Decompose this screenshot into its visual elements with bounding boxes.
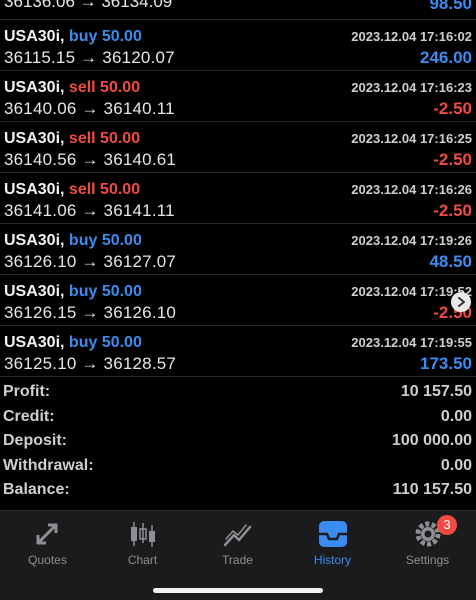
deal-time: 2023.12.04 17:16:25 [351, 131, 472, 146]
deal-prices: 36125.10 → 36128.57 [4, 354, 177, 373]
home-indicator[interactable] [153, 588, 323, 593]
summary-label: Deposit: [3, 432, 67, 450]
deal-side: sell 50.00 [68, 130, 141, 147]
deal-symbol: USA30i, [4, 232, 65, 249]
tab-label: History [313, 553, 352, 567]
deal-time: 2023.12.04 17:19:26 [351, 233, 472, 248]
deal-profit: -2.50 [433, 150, 472, 169]
deal-side: sell 50.00 [68, 181, 141, 198]
summary-row-deposit: Deposit: 100 000.00 [0, 429, 476, 454]
tab-trade[interactable]: Trade [190, 511, 285, 581]
account-summary: Profit: 10 157.50 Credit: 0.00 Deposit: … [0, 380, 476, 503]
summary-label: Credit: [3, 407, 55, 425]
summary-row-credit: Credit: 0.00 [0, 405, 476, 430]
deal-row-partial[interactable]: 36136.06 → 36134.09 98.50 [0, 0, 476, 18]
history-icon [319, 521, 347, 547]
deal-symbol: USA30i, [4, 283, 65, 300]
summary-value: 0.00 [440, 456, 472, 474]
deal-row[interactable]: USA30i, buy 50.00 2023.12.04 17:19:26 36… [0, 224, 476, 275]
summary-label: Balance: [3, 481, 70, 499]
tab-label: Quotes [28, 553, 67, 567]
deal-side: buy 50.00 [68, 28, 142, 45]
deal-prices: 36126.10 → 36127.07 [4, 252, 177, 271]
deal-prices: 36140.56 → 36140.61 [4, 150, 177, 169]
summary-value: 10 157.50 [400, 383, 472, 400]
tab-label: Trade [222, 553, 253, 567]
chevron-right-icon [458, 297, 465, 307]
deal-prices: 36141.06 → 36141.11 [4, 201, 175, 220]
deal-row[interactable]: USA30i, sell 50.00 2023.12.04 17:16:26 3… [0, 173, 476, 224]
deal-time: 2023.12.04 17:16:02 [351, 29, 472, 44]
tab-chart[interactable]: Chart [95, 511, 190, 581]
summary-label: Profit: [3, 383, 51, 400]
deal-time: 2023.12.04 17:19:55 [351, 335, 472, 350]
deal-row[interactable]: USA30i, buy 50.00 2023.12.04 17:19:55 36… [0, 326, 476, 377]
deal-row[interactable]: USA30i, sell 50.00 2023.12.04 17:16:23 3… [0, 71, 476, 122]
deal-side: buy 50.00 [68, 232, 142, 249]
deal-row[interactable]: USA30i, buy 50.00 2023.12.04 17:19:52 36… [0, 275, 476, 326]
deal-time: 2023.12.04 17:16:23 [351, 80, 472, 95]
chart-icon [131, 522, 155, 547]
summary-row-balance: Balance: 110 157.50 [0, 478, 476, 503]
deal-side: buy 50.00 [68, 283, 142, 300]
deal-row[interactable]: USA30i, buy 50.00 2023.12.04 17:16:02 36… [0, 20, 476, 71]
trade-icon [223, 524, 252, 547]
deal-prices: 36126.15 → 36126.10 [4, 303, 177, 322]
deal-profit: 246.00 [420, 48, 472, 67]
deal-symbol: USA30i, [4, 79, 65, 96]
summary-value: 110 157.50 [392, 481, 472, 499]
deal-symbol: USA30i, [4, 130, 65, 147]
deal-symbol: USA30i, [4, 28, 65, 45]
scroll-right-button[interactable] [451, 292, 471, 312]
summary-row-profit: Profit: 10 157.50 [0, 380, 476, 405]
notification-badge: 3 [437, 515, 457, 535]
tab-settings[interactable]: 3 Settings [380, 511, 475, 581]
deal-symbol: USA30i, [4, 181, 65, 198]
deal-side: sell 50.00 [68, 79, 141, 96]
deal-profit: -2.50 [433, 201, 472, 220]
deal-time: 2023.12.04 17:16:26 [351, 182, 472, 197]
deal-profit: 98.50 [429, 0, 472, 13]
deal-prices: 36140.06 → 36140.11 [4, 99, 175, 118]
deal-row[interactable]: USA30i, sell 50.00 2023.12.04 17:16:25 3… [0, 122, 476, 173]
deal-profit: -2.50 [433, 99, 472, 118]
summary-row-withdrawal: Withdrawal: 0.00 [0, 454, 476, 479]
summary-value: 100 000.00 [391, 432, 472, 450]
tab-label: Settings [405, 553, 450, 567]
deal-side: buy 50.00 [68, 334, 142, 351]
deal-prices: 36115.15 → 36120.07 [4, 48, 175, 67]
deal-profit: 173.50 [420, 354, 472, 373]
deal-prices: 36136.06 → 36134.09 [4, 0, 173, 11]
deal-profit: 48.50 [429, 252, 472, 271]
tab-label: Chart [127, 553, 158, 567]
tab-bar: Quotes Chart Trade History 3 Settings [0, 510, 476, 600]
deal-symbol: USA30i, [4, 334, 65, 351]
divider [0, 376, 476, 377]
summary-label: Withdrawal: [3, 456, 94, 474]
quotes-icon [36, 523, 58, 545]
summary-value: 0.00 [440, 407, 472, 425]
tab-quotes[interactable]: Quotes [0, 511, 95, 581]
tab-history[interactable]: History [285, 511, 380, 581]
